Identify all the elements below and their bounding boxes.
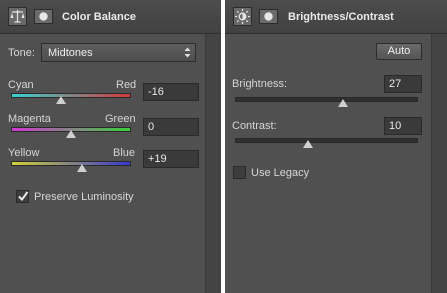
contrast-slider-thumb[interactable]	[303, 140, 314, 148]
color-balance-title: Color Balance	[62, 11, 136, 23]
tone-label: Tone:	[8, 47, 35, 59]
cyan-red-slider-thumb[interactable]	[56, 96, 67, 104]
cyan-red-value-field[interactable]: -16	[143, 83, 199, 101]
contrast-slider-track[interactable]	[235, 138, 418, 143]
brightness-contrast-title: Brightness/Contrast	[288, 11, 394, 23]
magenta-green-slider-thumb[interactable]	[66, 130, 76, 138]
yellow-blue-slider-track[interactable]	[11, 161, 131, 166]
green-label: Green	[105, 113, 136, 125]
panel-scrollbar[interactable]	[205, 34, 221, 293]
up-down-arrows-icon	[184, 46, 191, 62]
balance-scale-icon	[8, 7, 27, 26]
brightness-contrast-panel: Brightness/Contrast Auto Brightness: 27 …	[225, 0, 447, 293]
tone-dropdown[interactable]: Midtones	[41, 43, 196, 62]
checkmark-icon	[17, 190, 29, 205]
color-balance-panel: Color Balance Tone: Midtones Cyan Red -1…	[0, 0, 221, 293]
magenta-green-value-field[interactable]: 0	[143, 118, 199, 136]
brightness-contrast-header: Brightness/Contrast	[225, 0, 447, 34]
magenta-label: Magenta	[8, 113, 51, 125]
yellow-blue-slider-thumb[interactable]	[77, 164, 88, 172]
contrast-label: Contrast:	[232, 120, 277, 132]
red-label: Red	[116, 79, 137, 91]
blue-label: Blue	[113, 147, 136, 159]
tone-dropdown-value: Midtones	[48, 47, 93, 59]
sun-icon	[233, 7, 252, 26]
brightness-label: Brightness:	[232, 78, 288, 90]
preserve-luminosity-checkbox[interactable]	[16, 190, 29, 203]
layer-mask-icon[interactable]	[259, 7, 278, 26]
preserve-luminosity-label: Preserve Luminosity	[34, 191, 134, 203]
cyan-label: Cyan	[8, 79, 34, 91]
brightness-slider-track[interactable]	[235, 97, 418, 102]
use-legacy-label: Use Legacy	[251, 167, 310, 179]
color-balance-header: Color Balance	[0, 0, 221, 34]
layer-mask-icon[interactable]	[34, 7, 53, 26]
auto-button[interactable]: Auto	[376, 43, 422, 60]
contrast-value-field[interactable]: 10	[384, 117, 422, 135]
use-legacy-checkbox[interactable]	[233, 166, 246, 179]
yellow-label: Yellow	[8, 147, 40, 159]
yellow-blue-value-field[interactable]: +19	[143, 150, 199, 168]
cyan-red-slider-track[interactable]	[11, 93, 131, 98]
brightness-value-field[interactable]: 27	[384, 75, 422, 93]
panel-scrollbar[interactable]	[431, 34, 447, 293]
brightness-slider-thumb[interactable]	[337, 99, 348, 107]
